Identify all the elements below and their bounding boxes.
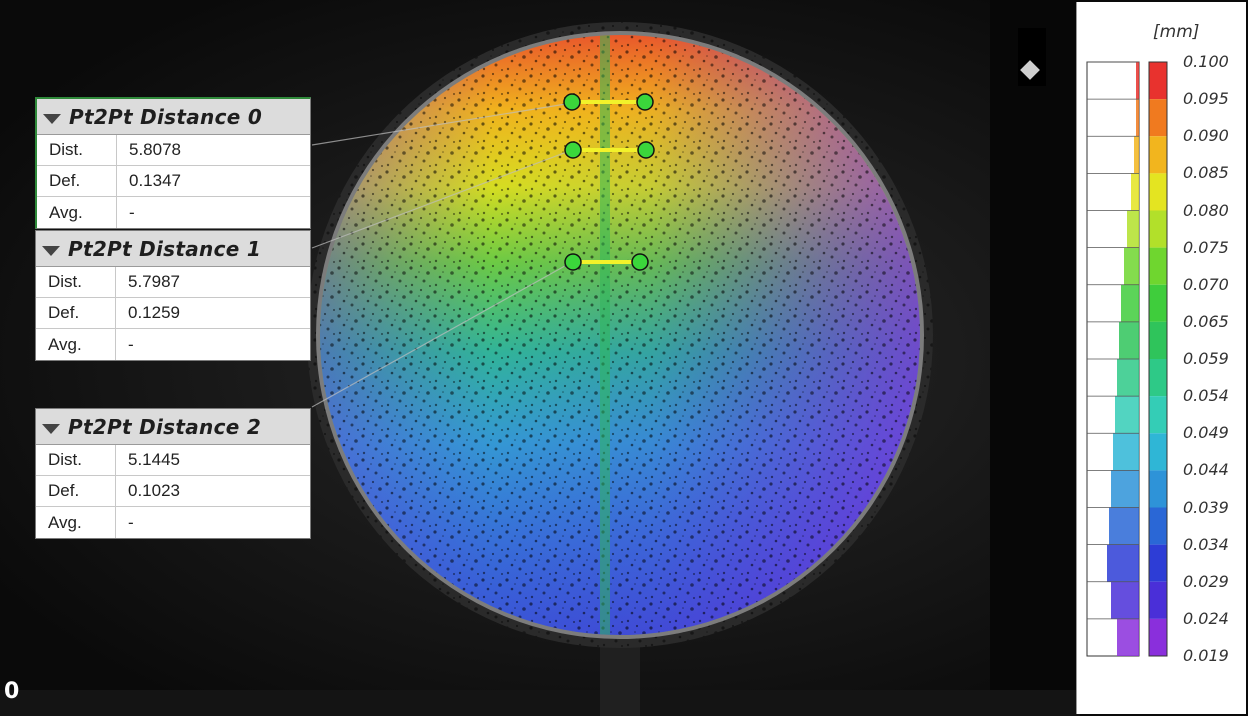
def-label: Def. [37, 166, 117, 196]
histogram-bar [1111, 470, 1139, 508]
def-value: 0.1347 [129, 171, 181, 190]
histogram-bar [1131, 173, 1139, 211]
histogram-bar [1115, 396, 1139, 434]
def-label: Def. [36, 476, 116, 506]
legend-tick-label: 0.095 [1183, 89, 1229, 109]
color-legend: [mm] 0.100 0.095 0.090 0.085 0.080 0.075 0.070… [1076, 2, 1246, 714]
histogram-bar [1127, 210, 1139, 248]
frame-number: 0 [4, 679, 20, 704]
legend-tick-label: 0.090 [1183, 126, 1229, 146]
collapse-triangle-icon[interactable] [43, 113, 61, 124]
histogram-bar [1113, 433, 1139, 471]
color-band [1149, 210, 1167, 248]
def-value: 0.1259 [128, 303, 180, 322]
dist-value: 5.1445 [128, 450, 180, 469]
histogram-bar [1121, 284, 1139, 322]
pt2pt-header-2[interactable]: Pt2Pt Distance 2 [36, 409, 310, 445]
histogram-bar [1117, 618, 1139, 656]
legend-tick-label: 0.049 [1183, 423, 1229, 443]
avg-row: Avg. - [36, 329, 310, 360]
color-band [1149, 284, 1167, 322]
color-band [1149, 359, 1167, 397]
color-band [1149, 507, 1167, 545]
def-row: Def. 0.1347 [37, 166, 310, 197]
legend-tick-label: 0.054 [1183, 386, 1229, 406]
pt2pt-title: Pt2Pt Distance 0 [69, 104, 263, 129]
legend-tick-label: 0.034 [1183, 534, 1229, 554]
collapse-triangle-icon[interactable] [42, 423, 60, 434]
color-band [1149, 396, 1167, 434]
avg-label: Avg. [36, 329, 116, 360]
color-band [1149, 99, 1167, 137]
legend-tick-label: 0.100 [1183, 52, 1229, 71]
histogram-bar [1124, 247, 1139, 285]
color-band [1149, 470, 1167, 508]
def-label: Def. [36, 298, 116, 328]
color-band [1149, 433, 1167, 471]
histogram-bar [1109, 507, 1139, 545]
histogram-bar [1136, 99, 1139, 137]
color-band [1149, 618, 1167, 656]
histogram-bar [1134, 136, 1139, 174]
legend-tick-label: 0.080 [1183, 200, 1229, 220]
legend-tick-label: 0.085 [1183, 163, 1229, 183]
pt2pt-header-0[interactable]: Pt2Pt Distance 0 [37, 99, 310, 135]
color-band [1149, 321, 1167, 359]
overlay-toggle[interactable] [1018, 28, 1046, 86]
def-row: Def. 0.1023 [36, 476, 310, 507]
legend-tick-label: 0.044 [1183, 460, 1229, 480]
histogram-bar [1136, 62, 1139, 100]
pt2pt-title: Pt2Pt Distance 2 [68, 414, 262, 439]
pt2pt-panel-1[interactable]: Pt2Pt Distance 1 Dist. 5.7987 Def. 0.125… [35, 230, 311, 361]
legend-tick-label: 0.059 [1183, 349, 1229, 368]
color-band [1149, 62, 1167, 100]
avg-value: - [129, 202, 135, 222]
dist-row: Dist. 5.7987 [36, 267, 310, 298]
color-band [1149, 136, 1167, 174]
pt2pt-header-1[interactable]: Pt2Pt Distance 1 [36, 231, 310, 267]
pt2pt-panel-2[interactable]: Pt2Pt Distance 2 Dist. 5.1445 Def. 0.102… [35, 408, 311, 539]
legend-tick-label: 0.024 [1183, 608, 1229, 628]
histogram-bar [1107, 544, 1139, 582]
dist-row: Dist. 5.1445 [36, 445, 310, 476]
pt2pt-panel-0[interactable]: Pt2Pt Distance 0 Dist. 5.8078 Def. 0.134… [35, 97, 311, 229]
histogram-bar [1119, 321, 1139, 359]
dist-value: 5.7987 [128, 272, 180, 291]
dist-row: Dist. 5.8078 [37, 135, 310, 166]
legend-tick-label: 0.029 [1183, 571, 1229, 591]
histogram-bar [1111, 581, 1139, 619]
def-value: 0.1023 [128, 481, 180, 500]
collapse-triangle-icon[interactable] [42, 245, 60, 256]
histogram-bar [1117, 359, 1139, 397]
def-row: Def. 0.1259 [36, 298, 310, 329]
dic-viewer: Pt2Pt Distance 0 Dist. 5.8078 Def. 0.134… [0, 0, 1248, 716]
avg-value: - [128, 334, 134, 354]
diamond-icon[interactable] [1020, 60, 1040, 80]
color-band [1149, 173, 1167, 211]
avg-label: Avg. [37, 197, 117, 228]
legend-tick-label: 0.075 [1183, 237, 1229, 257]
color-band [1149, 581, 1167, 619]
avg-label: Avg. [36, 507, 116, 538]
avg-value: - [128, 512, 134, 532]
avg-row: Avg. - [36, 507, 310, 538]
legend-tick-label: 0.065 [1183, 311, 1229, 331]
legend-tick-label: 0.070 [1183, 274, 1229, 294]
color-band [1149, 247, 1167, 285]
pt2pt-title: Pt2Pt Distance 1 [68, 236, 262, 261]
dist-label: Dist. [36, 267, 116, 297]
dist-value: 5.8078 [129, 140, 181, 159]
dist-label: Dist. [37, 135, 117, 165]
color-band [1149, 544, 1167, 582]
legend-tick-label: 0.039 [1183, 497, 1229, 517]
legend-tick-label: 0.019 [1183, 646, 1229, 665]
dist-label: Dist. [36, 445, 116, 475]
avg-row: Avg. - [37, 197, 310, 228]
